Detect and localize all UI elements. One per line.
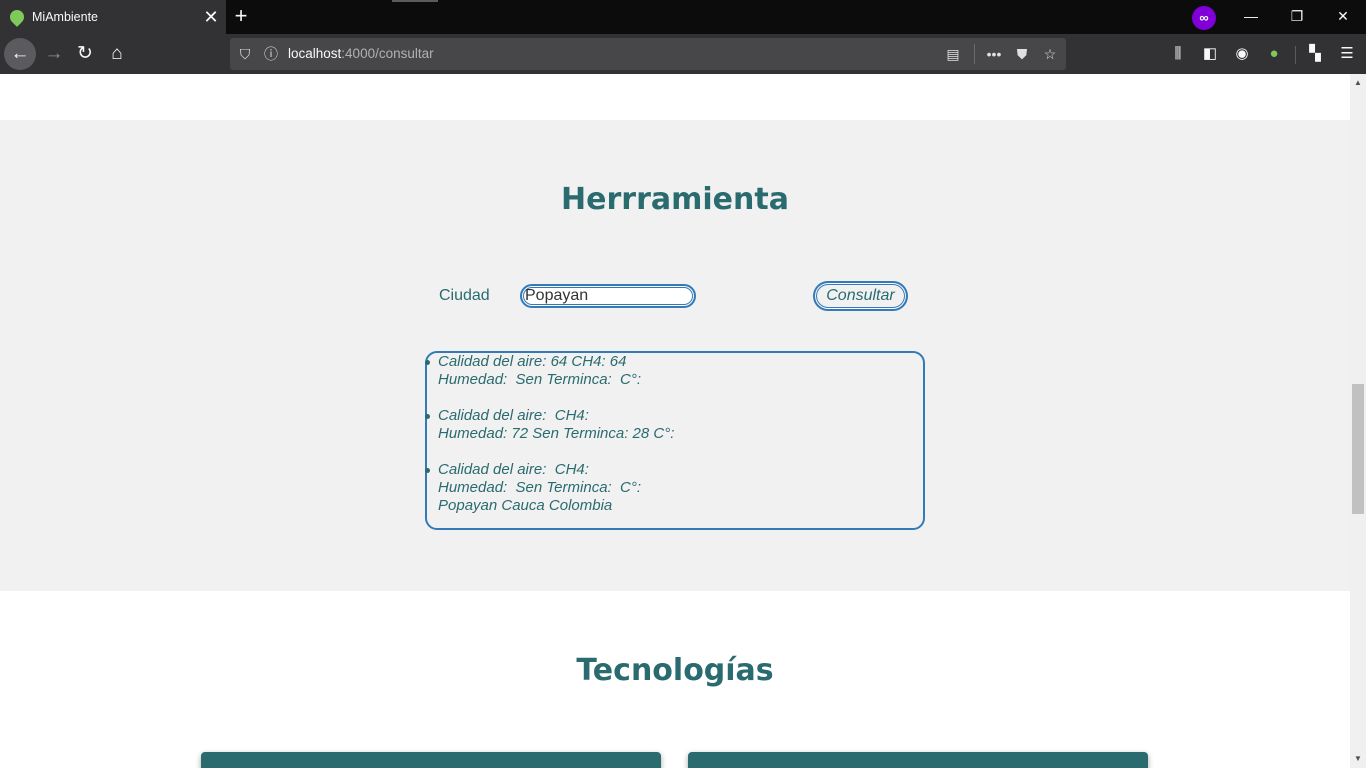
scroll-down-icon[interactable]: ▼ [1350,754,1366,763]
url-text[interactable]: localhost:4000/consultar [288,38,434,70]
back-button[interactable]: ← [4,38,36,70]
sidebar-icon[interactable]: ◧ [1196,38,1224,70]
tab-indicator [392,0,438,2]
page-scrollbar[interactable]: ▲ ▼ [1350,74,1366,768]
tool-section-title: Herrramienta [561,182,789,217]
private-browsing-icon: ∞ [1192,6,1216,30]
site-info-icon[interactable]: ⓘ [260,38,282,70]
reload-button[interactable]: ↻ [69,38,101,70]
bookmark-star-icon[interactable]: ☆ [1039,38,1061,70]
url-separator [974,44,975,64]
reader-view-icon[interactable]: ▤ [942,38,964,70]
toolbar-separator [1295,46,1296,64]
shield-icon[interactable]: ⛉ [234,38,256,70]
forward-button[interactable]: → [38,38,70,70]
result-item: Calidad del aire: CH4: Humedad: Sen Term… [425,461,923,515]
minimize-button[interactable]: — [1228,0,1274,34]
result-line: Humedad: Sen Terminca: C°: [438,479,642,496]
technologies-title: Tecnologías [576,653,774,688]
more-actions-icon[interactable]: ••• [983,38,1005,70]
navigation-bar: ← → ↻ ⌂ ⛉ ⓘ localhost:4000/consultar ▤ •… [0,34,1366,74]
result-line: Calidad del aire: 64 CH4: 64 [438,353,627,370]
browser-tab[interactable]: MiAmbiente ✕ [0,0,226,34]
account-icon[interactable]: ◉ [1228,38,1256,70]
result-line: Calidad del aire: CH4: [438,407,594,424]
result-location: Popayan Cauca Colombia [438,497,613,514]
extensions-icon[interactable]: ▚ [1301,38,1329,70]
technology-card [201,752,661,768]
url-host: localhost [288,46,342,61]
leaf-favicon-icon [7,7,27,27]
result-line: Calidad del aire: CH4: [438,461,594,478]
close-tab-icon[interactable]: ✕ [196,0,226,34]
home-button[interactable]: ⌂ [101,38,133,70]
menu-icon[interactable]: ☰ [1333,38,1361,70]
page-viewport: Herrramienta Ciudad Consultar Calidad de… [0,74,1350,768]
result-line: Humedad: Sen Terminca: C°: [438,371,642,388]
url-path: :4000/consultar [341,46,434,61]
restore-button[interactable]: ❐ [1274,0,1320,34]
result-item: Calidad del aire: 64 CH4: 64 Humedad: Se… [425,353,923,389]
result-item: Calidad del aire: CH4: Humedad: 72 Sen T… [425,407,923,443]
consult-button[interactable]: Consultar [813,281,908,311]
tab-title: MiAmbiente [32,10,98,24]
url-bar[interactable]: ⛉ ⓘ localhost:4000/consultar ▤ ••• ⛊ ☆ [230,38,1066,70]
technology-card [688,752,1148,768]
result-line: Humedad: 72 Sen Terminca: 28 C°: [438,425,675,442]
scroll-thumb[interactable] [1352,384,1364,514]
scroll-up-icon[interactable]: ▲ [1350,78,1366,87]
pocket-icon[interactable]: ⛊ [1011,38,1033,70]
new-tab-button[interactable]: + [230,0,252,34]
library-icon[interactable]: ⫼ [1164,38,1192,70]
close-window-button[interactable]: ✕ [1320,0,1366,34]
city-label: Ciudad [439,287,490,304]
tool-section: Herrramienta Ciudad Consultar Calidad de… [0,120,1350,591]
tab-bar: MiAmbiente ✕ + ∞ — ❐ ✕ [0,0,1366,34]
results-box: Calidad del aire: 64 CH4: 64 Humedad: Se… [425,351,925,530]
city-input[interactable] [520,284,696,308]
extension-globe-icon[interactable]: ● [1260,38,1288,70]
